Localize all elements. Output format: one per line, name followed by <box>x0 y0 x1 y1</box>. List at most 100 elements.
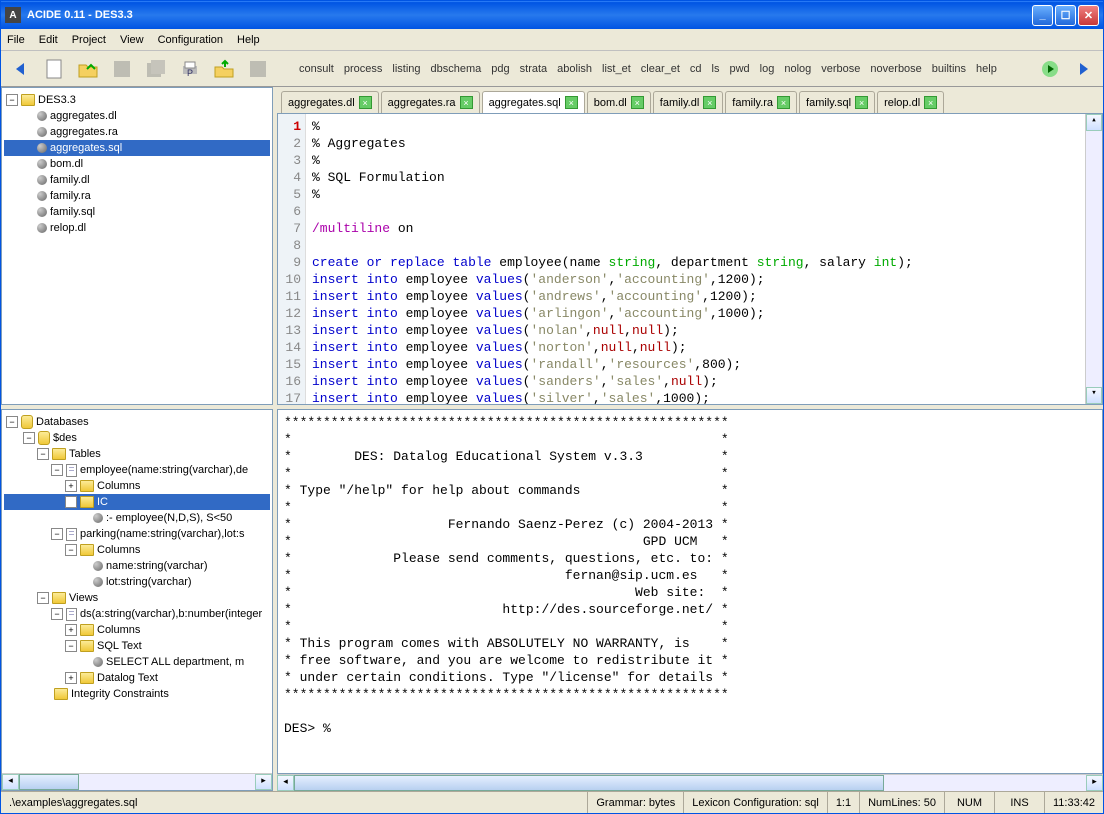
datalog-node[interactable]: +Datalog Text <box>4 670 270 686</box>
menu-project[interactable]: Project <box>72 34 106 46</box>
cmd-help[interactable]: help <box>976 63 997 75</box>
cmd-pdg[interactable]: pdg <box>491 63 509 75</box>
close-button[interactable]: ✕ <box>1078 5 1099 26</box>
status-position: 1:1 <box>827 792 859 813</box>
project-tree-pane[interactable]: −DES3.3 aggregates.dl aggregates.ra aggr… <box>1 87 273 405</box>
ic-top-node[interactable]: Integrity Constraints <box>4 686 270 702</box>
file-item[interactable]: relop.dl <box>4 220 270 236</box>
ic-rule[interactable]: :- employee(N,D,S), S<50 <box>4 510 270 526</box>
cmd-process[interactable]: process <box>344 63 383 75</box>
cmd-verbose[interactable]: verbose <box>821 63 860 75</box>
open-folder-button[interactable] <box>75 56 101 82</box>
tab[interactable]: bom.dl× <box>587 91 651 113</box>
menu-view[interactable]: View <box>120 34 144 46</box>
file-item[interactable]: bom.dl <box>4 156 270 172</box>
cmd-nolog[interactable]: nolog <box>784 63 811 75</box>
db-node[interactable]: −$des <box>4 430 270 446</box>
window-title: ACIDE 0.11 - DES3.3 <box>27 9 1032 21</box>
cmd-consult[interactable]: consult <box>299 63 334 75</box>
minimize-button[interactable]: _ <box>1032 5 1053 26</box>
database-tree-pane[interactable]: −Databases −$des −Tables −employee(name:… <box>1 409 273 791</box>
toolbar: P consult process listing dbschema pdg s… <box>1 51 1103 87</box>
titlebar: A ACIDE 0.11 - DES3.3 _ ☐ ✕ <box>1 1 1103 29</box>
tab[interactable]: aggregates.ra× <box>381 91 480 113</box>
file-item-selected[interactable]: aggregates.sql <box>4 140 270 156</box>
code-area[interactable]: % % Aggregates % % SQL Formulation % /mu… <box>306 114 1085 404</box>
close-icon[interactable]: × <box>460 96 473 109</box>
print-button[interactable]: P <box>177 56 203 82</box>
tab[interactable]: family.sql× <box>799 91 875 113</box>
close-icon[interactable]: × <box>565 96 578 109</box>
statusbar: .\examples\aggregates.sql Grammar: bytes… <box>1 791 1103 813</box>
export-button[interactable] <box>211 56 237 82</box>
tab-active[interactable]: aggregates.sql× <box>482 91 585 113</box>
column-item[interactable]: lot:string(varchar) <box>4 574 270 590</box>
table-node[interactable]: −employee(name:string(varchar),de <box>4 462 270 478</box>
column-item[interactable]: name:string(varchar) <box>4 558 270 574</box>
ic-node-selected[interactable]: −IC <box>4 494 270 510</box>
file-item[interactable]: family.dl <box>4 172 270 188</box>
tab[interactable]: family.ra× <box>725 91 797 113</box>
line-gutter: 1234567891011121314151617 <box>278 114 306 404</box>
status-lexicon: Lexicon Configuration: sql <box>683 792 827 813</box>
menu-configuration[interactable]: Configuration <box>158 34 223 46</box>
console-output[interactable]: ****************************************… <box>277 409 1103 774</box>
cmd-strata[interactable]: strata <box>520 63 548 75</box>
columns-node[interactable]: +Columns <box>4 478 270 494</box>
tables-node[interactable]: −Tables <box>4 446 270 462</box>
cmd-noverbose[interactable]: noverbose <box>870 63 921 75</box>
columns-node[interactable]: −Columns <box>4 542 270 558</box>
file-item[interactable]: family.ra <box>4 188 270 204</box>
tab[interactable]: relop.dl× <box>877 91 944 113</box>
file-item[interactable]: aggregates.ra <box>4 124 270 140</box>
scroll-down-icon[interactable]: ▾ <box>1086 387 1102 404</box>
run-button[interactable] <box>1037 56 1063 82</box>
close-icon[interactable]: × <box>359 96 372 109</box>
cmd-listing[interactable]: listing <box>392 63 420 75</box>
cmd-abolish[interactable]: abolish <box>557 63 592 75</box>
close-icon[interactable]: × <box>924 96 937 109</box>
menu-file[interactable]: File <box>7 34 25 46</box>
menu-edit[interactable]: Edit <box>39 34 58 46</box>
cmd-ls[interactable]: ls <box>712 63 720 75</box>
vertical-scrollbar[interactable]: ▴ ▾ <box>1085 114 1102 404</box>
project-root[interactable]: −DES3.3 <box>4 92 270 108</box>
menu-help[interactable]: Help <box>237 34 260 46</box>
tab[interactable]: aggregates.dl× <box>281 91 379 113</box>
cmd-log[interactable]: log <box>760 63 775 75</box>
save-all-button[interactable] <box>143 56 169 82</box>
close-icon[interactable]: × <box>631 96 644 109</box>
app-icon: A <box>5 7 21 23</box>
db-root[interactable]: −Databases <box>4 414 270 430</box>
sqltext-node[interactable]: −SQL Text <box>4 638 270 654</box>
cmd-builtins[interactable]: builtins <box>932 63 966 75</box>
close-icon[interactable]: × <box>703 96 716 109</box>
cmd-dbschema[interactable]: dbschema <box>431 63 482 75</box>
cmd-list_et[interactable]: list_et <box>602 63 631 75</box>
file-item[interactable]: family.sql <box>4 204 270 220</box>
table-node[interactable]: −parking(name:string(varchar),lot:s <box>4 526 270 542</box>
maximize-button[interactable]: ☐ <box>1055 5 1076 26</box>
horizontal-scrollbar[interactable]: ◂▸ <box>277 774 1103 791</box>
views-node[interactable]: −Views <box>4 590 270 606</box>
code-editor[interactable]: 1234567891011121314151617 % % Aggregates… <box>277 113 1103 405</box>
scroll-up-icon[interactable]: ▴ <box>1086 114 1102 131</box>
close-icon[interactable]: × <box>855 96 868 109</box>
close-icon[interactable]: × <box>777 96 790 109</box>
status-num: NUM <box>944 792 994 813</box>
forward-button[interactable] <box>1071 56 1097 82</box>
tab[interactable]: family.dl× <box>653 91 724 113</box>
columns-node[interactable]: +Columns <box>4 622 270 638</box>
view-node[interactable]: −ds(a:string(varchar),b:number(integer <box>4 606 270 622</box>
horizontal-scrollbar[interactable]: ◂▸ <box>2 773 272 790</box>
sqltext-item[interactable]: SELECT ALL department, m <box>4 654 270 670</box>
cmd-pwd[interactable]: pwd <box>729 63 749 75</box>
save-button[interactable] <box>109 56 135 82</box>
back-button[interactable] <box>7 56 33 82</box>
status-ins: INS <box>994 792 1044 813</box>
cmd-clear_et[interactable]: clear_et <box>641 63 680 75</box>
cmd-cd[interactable]: cd <box>690 63 702 75</box>
status-time: 11:33:42 <box>1044 792 1103 813</box>
file-item[interactable]: aggregates.dl <box>4 108 270 124</box>
new-file-button[interactable] <box>41 56 67 82</box>
